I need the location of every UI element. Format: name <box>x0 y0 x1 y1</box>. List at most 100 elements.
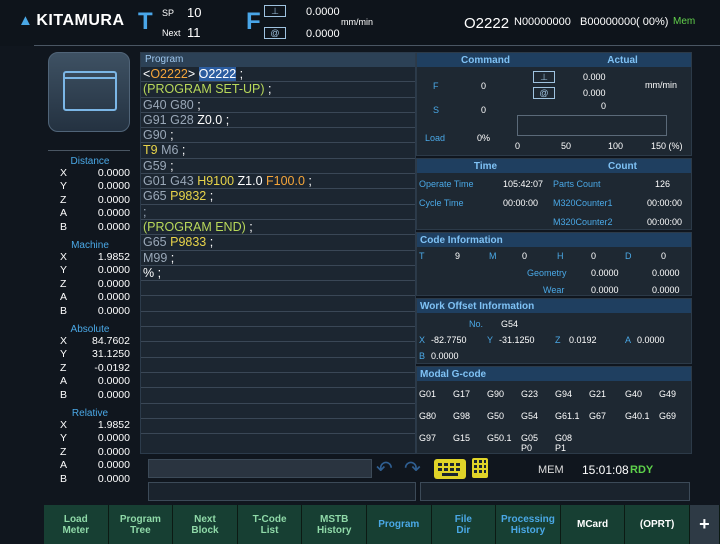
softkey-plus-button[interactable]: + <box>689 505 720 544</box>
code-t-value: 9 <box>455 251 461 261</box>
redo-icon[interactable]: ↷ <box>404 456 421 481</box>
status-ready: RDY <box>630 464 654 476</box>
axis-value: 0.0000 <box>97 445 130 458</box>
program-token: G65 <box>143 189 171 204</box>
softkey-oprt[interactable]: (OPRT) <box>625 505 690 544</box>
sp-label: SP <box>162 8 175 18</box>
program-line[interactable]: % ; <box>141 266 415 282</box>
softkey-t-code-list[interactable]: T-Code List <box>237 505 303 544</box>
wear-d: 0.0000 <box>652 285 680 295</box>
actual-s: 0 <box>601 101 607 111</box>
work-offset-title: Work Offset Information <box>417 299 691 313</box>
program-token: (PROGRAM END) <box>143 219 246 234</box>
axis-label: Z <box>60 361 67 374</box>
program-token: P9833 <box>170 235 207 250</box>
program-line[interactable]: G65 P9833 ; <box>141 235 415 251</box>
logo-text: KITAMURA <box>36 12 125 29</box>
softkey-mstb-history[interactable]: MSTB History <box>302 505 367 544</box>
modal-gcode-cell: G40.1 <box>625 411 650 421</box>
counter1-value: 00:00:00 <box>647 198 683 208</box>
feed-per-rev-icon: @ <box>264 27 286 39</box>
program-line[interactable]: G90 ; <box>141 128 415 144</box>
program-panel[interactable]: Program <O2222> O2222 ; (PROGRAM SET-UP) … <box>140 52 416 454</box>
program-line[interactable]: ; <box>141 205 415 220</box>
program-token: Z1.0 <box>234 174 267 189</box>
program-token: ; <box>167 250 175 265</box>
axis-value: 0.0000 <box>97 459 130 472</box>
program-line[interactable]: G59 ; <box>141 158 415 175</box>
scale-0: 0 <box>515 141 521 151</box>
program-line[interactable]: G65 P9832 ; <box>141 189 415 205</box>
program-token: F100.0 <box>266 174 305 189</box>
softkey-load-meter[interactable]: Load Meter <box>44 505 109 544</box>
modal-gcode-cell: G40 <box>625 389 643 399</box>
coord-row: Z -0.0192 <box>44 362 136 375</box>
program-line-empty <box>141 312 415 328</box>
softkey-next-block[interactable]: Next Block <box>173 505 238 544</box>
counter1-label: M320Counter1 <box>553 198 613 208</box>
program-token: > <box>187 67 199 81</box>
modal-gcode-cell: G80 <box>419 411 437 421</box>
softkey-file-dir[interactable]: File Dir <box>431 505 497 544</box>
modal-gcode-cell: G54 <box>521 411 539 421</box>
offset-x-label: X <box>419 335 426 345</box>
program-token: G65 <box>143 235 171 250</box>
axis-value: 0.0000 <box>97 207 130 220</box>
program-line[interactable]: G91 G28 Z0.0 ; <box>141 112 415 129</box>
keypad-icon[interactable] <box>472 458 488 478</box>
program-line[interactable]: G01 G43 H9100 Z1.0 F100.0 ; <box>141 174 415 190</box>
screen-thumbnail[interactable] <box>48 52 130 132</box>
program-token: M99 <box>143 250 168 265</box>
modal-gcode-cell: G61.1 <box>555 411 580 421</box>
softkey-program[interactable]: Program <box>366 505 432 544</box>
axis-value: 0.0000 <box>97 180 130 193</box>
modal-gcode-cell: G23 <box>521 389 539 399</box>
softkey-mcard[interactable]: MCard <box>560 505 626 544</box>
softkey-program-tree[interactable]: Program Tree <box>108 505 174 544</box>
axis-label: B <box>60 304 68 317</box>
geometry-label: Geometry <box>527 268 567 278</box>
program-line-empty <box>141 342 415 358</box>
message-field-left <box>148 482 416 501</box>
coord-row: A 0.0000 <box>44 459 136 472</box>
command-header: Command Actual <box>417 53 691 67</box>
geometry-d: 0.0000 <box>652 268 680 278</box>
command-input[interactable] <box>148 459 372 478</box>
coord-row: Z 0.0000 <box>44 446 136 459</box>
coord-row: Y 31.1250 <box>44 348 136 361</box>
program-token: ; <box>264 82 272 97</box>
program-line[interactable]: G40 G80 ; <box>141 98 415 113</box>
thumb-divider <box>48 150 130 151</box>
keyboard-icon[interactable] <box>434 459 466 479</box>
code-info-title: Code Information <box>417 233 691 247</box>
modal-gcode-cell: G67 <box>589 411 607 421</box>
program-line[interactable]: (PROGRAM END) ; <box>141 219 415 236</box>
program-token: ; <box>222 112 230 127</box>
progress-percent: ( 00%) <box>636 16 669 28</box>
program-line[interactable]: T9 M6 ; <box>141 143 415 159</box>
program-line-empty <box>141 373 415 389</box>
actual-feed-rev-icon: @ <box>533 87 555 99</box>
program-line[interactable]: M99 ; <box>141 251 415 266</box>
message-field-right <box>420 482 690 501</box>
s-label: S <box>433 105 440 115</box>
code-m-label: M <box>489 251 497 261</box>
program-line[interactable]: <O2222> O2222 ; <box>141 67 415 83</box>
softkey-processing-history[interactable]: Processing History <box>496 505 561 544</box>
cycle-time-value: 00:00:00 <box>503 198 539 208</box>
coord-row: B 0.0000 <box>44 389 136 402</box>
program-token: ; <box>304 174 312 189</box>
axis-value: 0.0000 <box>97 264 130 277</box>
code-h-value: 0 <box>591 251 597 261</box>
program-token: ; <box>166 158 174 173</box>
modal-gcode-cell: G69 <box>659 411 677 421</box>
axis-value: 0.0000 <box>97 220 130 233</box>
code-d-label: D <box>625 251 632 261</box>
actual-unit: mm/min <box>645 80 677 90</box>
program-lines[interactable]: <O2222> O2222 ; (PROGRAM SET-UP) ; G40 G80… <box>141 67 415 435</box>
program-line[interactable]: (PROGRAM SET-UP) ; <box>141 82 415 98</box>
undo-icon[interactable]: ↶ <box>376 456 393 481</box>
axis-label: X <box>60 167 68 179</box>
program-number: O2222 <box>464 15 510 32</box>
modal-gcode-cell: G17 <box>453 389 471 399</box>
